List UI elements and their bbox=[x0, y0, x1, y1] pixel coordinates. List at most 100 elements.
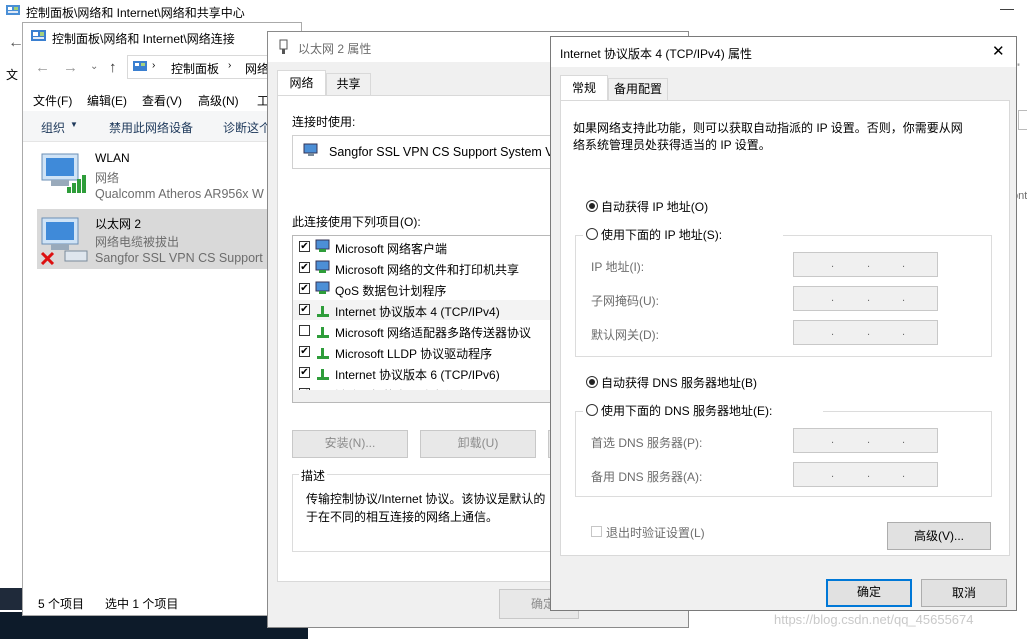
alternate-dns-input: ... bbox=[793, 462, 938, 487]
component-icon bbox=[315, 365, 331, 381]
tab-general[interactable]: 常规 bbox=[560, 75, 608, 101]
wlan-name: WLAN bbox=[95, 151, 130, 165]
components-scrollbar[interactable] bbox=[293, 390, 553, 402]
component-label: Internet 协议版本 6 (TCP/IPv6) bbox=[335, 368, 500, 382]
advanced-button[interactable]: 高级(V)... bbox=[887, 522, 991, 550]
recent-dropdown-icon[interactable]: ⌄ bbox=[90, 61, 98, 72]
description-label: 描述 bbox=[299, 467, 328, 484]
bg-fragment-text: 文 bbox=[6, 68, 19, 82]
ipv4-cancel-button[interactable]: 取消 bbox=[921, 579, 1007, 607]
tab-alternate[interactable]: 备用配置 bbox=[608, 78, 668, 101]
component-row[interactable]: ✔ Microsoft LLDP 协议驱动程序 bbox=[293, 342, 551, 362]
validate-on-exit-label: 退出时验证设置(L) bbox=[606, 526, 705, 540]
tab-network[interactable]: 网络 bbox=[277, 70, 326, 96]
default-gateway-label: 默认网关(D): bbox=[591, 328, 659, 342]
menu-advanced[interactable]: 高级(N) bbox=[198, 92, 239, 109]
close-icon[interactable]: ✕ bbox=[992, 42, 1005, 60]
explorer-title: 控制面板\网络和 Internet\网络连接 bbox=[52, 32, 235, 46]
component-row[interactable]: ✔ QoS 数据包计划程序 bbox=[293, 279, 551, 299]
component-icon bbox=[315, 302, 331, 318]
ethernet2-device: Sangfor SSL VPN CS Support bbox=[95, 251, 263, 265]
tab-general-label: 常规 bbox=[571, 81, 596, 95]
adapter-icon bbox=[303, 142, 319, 158]
auto-ip-label[interactable]: 自动获得 IP 地址(O) bbox=[601, 198, 708, 215]
component-checkbox[interactable]: ✔ bbox=[299, 262, 310, 273]
list-item-wlan[interactable]: WLAN 网络 Qualcomm Atheros AR956x W bbox=[37, 145, 301, 203]
component-icon bbox=[315, 323, 331, 339]
component-row[interactable]: ✔ Internet 协议版本 4 (TCP/IPv4) bbox=[293, 300, 551, 320]
component-icon bbox=[315, 239, 331, 255]
adapter-box: Sangfor SSL VPN CS Support System V bbox=[292, 135, 554, 169]
subnet-mask-input: ... bbox=[793, 286, 938, 311]
bg-right-sliver bbox=[1018, 110, 1027, 130]
component-label: Microsoft 网络的文件和打印机共享 bbox=[335, 263, 520, 277]
address-separator2-icon: › bbox=[228, 60, 232, 71]
component-checkbox[interactable]: ✔ bbox=[299, 367, 310, 378]
component-icon bbox=[315, 281, 331, 297]
component-checkbox[interactable]: ✔ bbox=[299, 346, 310, 357]
auto-ip-radio[interactable] bbox=[586, 200, 598, 212]
description-line-1: 传输控制协议/Internet 协议。该协议是默认的 bbox=[306, 492, 546, 506]
component-label: QoS 数据包计划程序 bbox=[335, 284, 447, 298]
validate-on-exit-checkbox[interactable] bbox=[591, 526, 602, 537]
component-row[interactable]: Microsoft 网络适配器多路传送器协议 bbox=[293, 321, 551, 341]
address-item-network[interactable]: 网络 bbox=[245, 60, 269, 77]
manual-ip-radio[interactable] bbox=[586, 228, 598, 240]
network-adapter-title-icon bbox=[278, 39, 290, 55]
menu-edit[interactable]: 编辑(E) bbox=[87, 92, 127, 109]
tab-sharing-label: 共享 bbox=[336, 77, 361, 91]
list-item-ethernet2[interactable]: 以太网 2 网络电缆被拔出 Sangfor SSL VPN CS Support bbox=[37, 209, 301, 269]
wlan-adapter-icon bbox=[39, 151, 91, 199]
desktop-strip bbox=[0, 588, 22, 610]
component-label: Microsoft 网络适配器多路传送器协议 bbox=[335, 326, 532, 340]
adapter-name: Sangfor SSL VPN CS Support System V bbox=[329, 145, 554, 159]
component-checkbox[interactable]: ✔ bbox=[299, 283, 310, 294]
address-control-panel-icon bbox=[133, 60, 147, 73]
component-checkbox[interactable] bbox=[299, 325, 310, 336]
wlan-status: 网络 bbox=[95, 171, 120, 185]
manual-ip-label[interactable]: 使用下面的 IP 地址(S): bbox=[601, 226, 722, 243]
subnet-mask-label: 子网掩码(U): bbox=[591, 294, 659, 308]
ethernet-adapter-icon bbox=[39, 215, 91, 266]
ipv4-dialog-title: Internet 协议版本 4 (TCP/IPv4) 属性 bbox=[560, 47, 753, 61]
components-list: ✔ Microsoft 网络客户端 ✔ Microsoft 网络的文件和打印机共享 ✔ Q… bbox=[292, 235, 554, 403]
network-connections-window: 控制面板\网络和 Internet\网络连接 ← → ⌄ ↑ › 控制面板 › … bbox=[22, 22, 303, 616]
eth-dialog-title: 以太网 2 属性 bbox=[298, 42, 372, 56]
manual-dns-radio[interactable] bbox=[586, 404, 598, 416]
organize-button[interactable]: 组织 bbox=[41, 119, 65, 136]
install-button[interactable]: 安装(N)... bbox=[292, 430, 408, 458]
up-arrow-icon[interactable]: ↑ bbox=[109, 59, 117, 76]
manual-dns-label[interactable]: 使用下面的 DNS 服务器地址(E): bbox=[601, 402, 772, 419]
component-label: Microsoft LLDP 协议驱动程序 bbox=[335, 347, 493, 361]
forward-arrow-icon[interactable]: → bbox=[63, 59, 78, 76]
preferred-dns-label: 首选 DNS 服务器(P): bbox=[591, 436, 703, 450]
connect-using-label: 连接时使用: bbox=[292, 115, 356, 129]
diagnose-button[interactable]: 诊断这个 bbox=[223, 119, 271, 136]
component-checkbox[interactable]: ✔ bbox=[299, 241, 310, 252]
ipv4-properties-dialog: Internet 协议版本 4 (TCP/IPv4) 属性 ✕ 常规 备用配置 … bbox=[550, 36, 1017, 611]
preferred-dns-input: ... bbox=[793, 428, 938, 453]
minimize-icon[interactable]: — bbox=[1000, 0, 1014, 16]
menu-file[interactable]: 文件(F) bbox=[33, 92, 72, 109]
uninstall-button[interactable]: 卸载(U) bbox=[420, 430, 536, 458]
default-gateway-input: ... bbox=[793, 320, 938, 345]
component-row[interactable]: ✔ Internet 协议版本 6 (TCP/IPv6) bbox=[293, 363, 551, 383]
ethernet2-status: 网络电缆被拔出 bbox=[95, 235, 180, 249]
component-row[interactable]: ✔ Microsoft 网络的文件和打印机共享 bbox=[293, 258, 551, 278]
menu-view[interactable]: 查看(V) bbox=[142, 92, 182, 109]
back-arrow-icon[interactable]: ← bbox=[35, 59, 50, 76]
tab-sharing[interactable]: 共享 bbox=[326, 73, 371, 96]
wlan-device: Qualcomm Atheros AR956x W bbox=[95, 187, 264, 201]
component-checkbox[interactable]: ✔ bbox=[299, 304, 310, 315]
ip-address-label: IP 地址(I): bbox=[591, 260, 645, 274]
description-line-2: 于在不同的相互连接的网络上通信。 bbox=[306, 510, 499, 524]
component-label: Internet 协议版本 4 (TCP/IPv4) bbox=[335, 305, 500, 319]
auto-dns-radio[interactable] bbox=[586, 376, 598, 388]
address-item-control-panel[interactable]: 控制面板 bbox=[171, 60, 219, 77]
ipv4-ok-button[interactable]: 确定 bbox=[826, 579, 912, 607]
component-row[interactable]: ✔ Microsoft 网络客户端 bbox=[293, 237, 551, 257]
disable-device-button[interactable]: 禁用此网络设备 bbox=[109, 119, 193, 136]
tab-alternate-label: 备用配置 bbox=[613, 82, 662, 96]
auto-dns-label[interactable]: 自动获得 DNS 服务器地址(B) bbox=[601, 374, 757, 391]
ipv4-intro-line-1: 如果网络支持此功能，则可以获取自动指派的 IP 设置。否则，你需要从网 bbox=[573, 121, 963, 135]
